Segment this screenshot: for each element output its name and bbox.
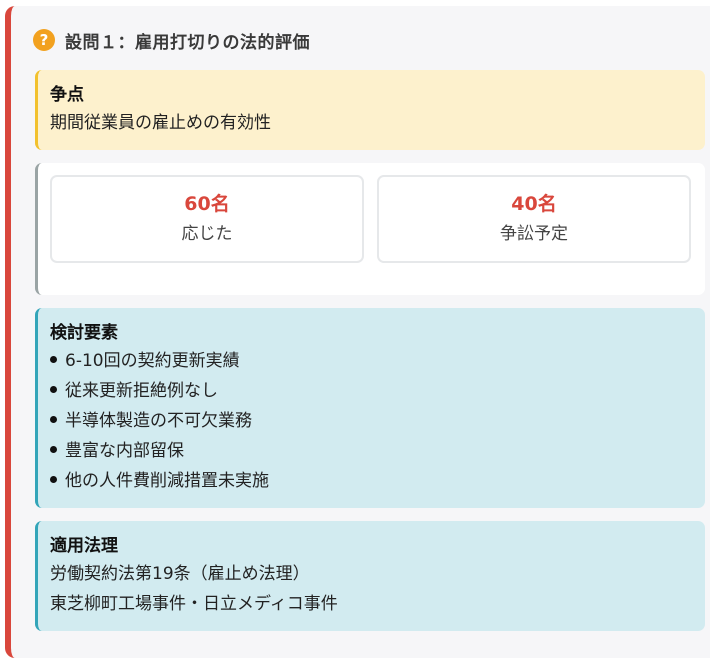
stat-label: 応じた (181, 224, 233, 244)
question-header: ? 設問１：雇用打切りの法的評価 (33, 26, 310, 54)
list-item: 6-10回の契約更新実績 (50, 346, 693, 376)
list-item: 他の人件費削減措置未実施 (50, 466, 693, 496)
law-line: 労働契約法第19条（雇止め法理） (50, 564, 310, 584)
law-title: 適用法理 (50, 536, 118, 556)
factors-title: 検討要素 (50, 323, 118, 343)
law-box: 適用法理 労働契約法第19条（雇止め法理） 東芝柳町工場事件・日立メディコ事件 (35, 521, 705, 631)
stat-value: 40名 (511, 193, 557, 215)
law-line: 東芝柳町工場事件・日立メディコ事件 (50, 594, 338, 614)
question-title: 設問１：雇用打切りの法的評価 (65, 32, 310, 53)
question-icon: ? (33, 29, 55, 51)
stat-card-accepted: 60名 応じた (50, 175, 364, 263)
list-item: 従来更新拒絶例なし (50, 376, 693, 406)
stat-value: 60名 (184, 193, 230, 215)
factors-list: 6-10回の契約更新実績 従来更新拒絶例なし 半導体製造の不可欠業務 豊富な内部… (50, 346, 693, 496)
bullet-icon (50, 445, 57, 453)
bullet-icon (50, 355, 57, 363)
issue-text: 期間従業員の雇止めの有効性 (50, 113, 271, 133)
question-card: ? 設問１：雇用打切りの法的評価 争点 期間従業員の雇止めの有効性 60名 応じ… (5, 6, 710, 658)
issue-box: 争点 期間従業員の雇止めの有効性 (35, 70, 705, 150)
list-item: 豊富な内部留保 (50, 436, 693, 466)
bullet-icon (50, 475, 57, 483)
stats-panel: 60名 応じた 40名 争訟予定 (35, 163, 705, 295)
stat-label: 争訟予定 (500, 224, 568, 244)
stat-card-litigation: 40名 争訟予定 (377, 175, 691, 263)
list-item: 半導体製造の不可欠業務 (50, 406, 693, 436)
issue-title: 争点 (50, 85, 84, 105)
bullet-icon (50, 415, 57, 423)
bullet-icon (50, 385, 57, 393)
factors-box: 検討要素 6-10回の契約更新実績 従来更新拒絶例なし 半導体製造の不可欠業務 … (35, 308, 705, 508)
